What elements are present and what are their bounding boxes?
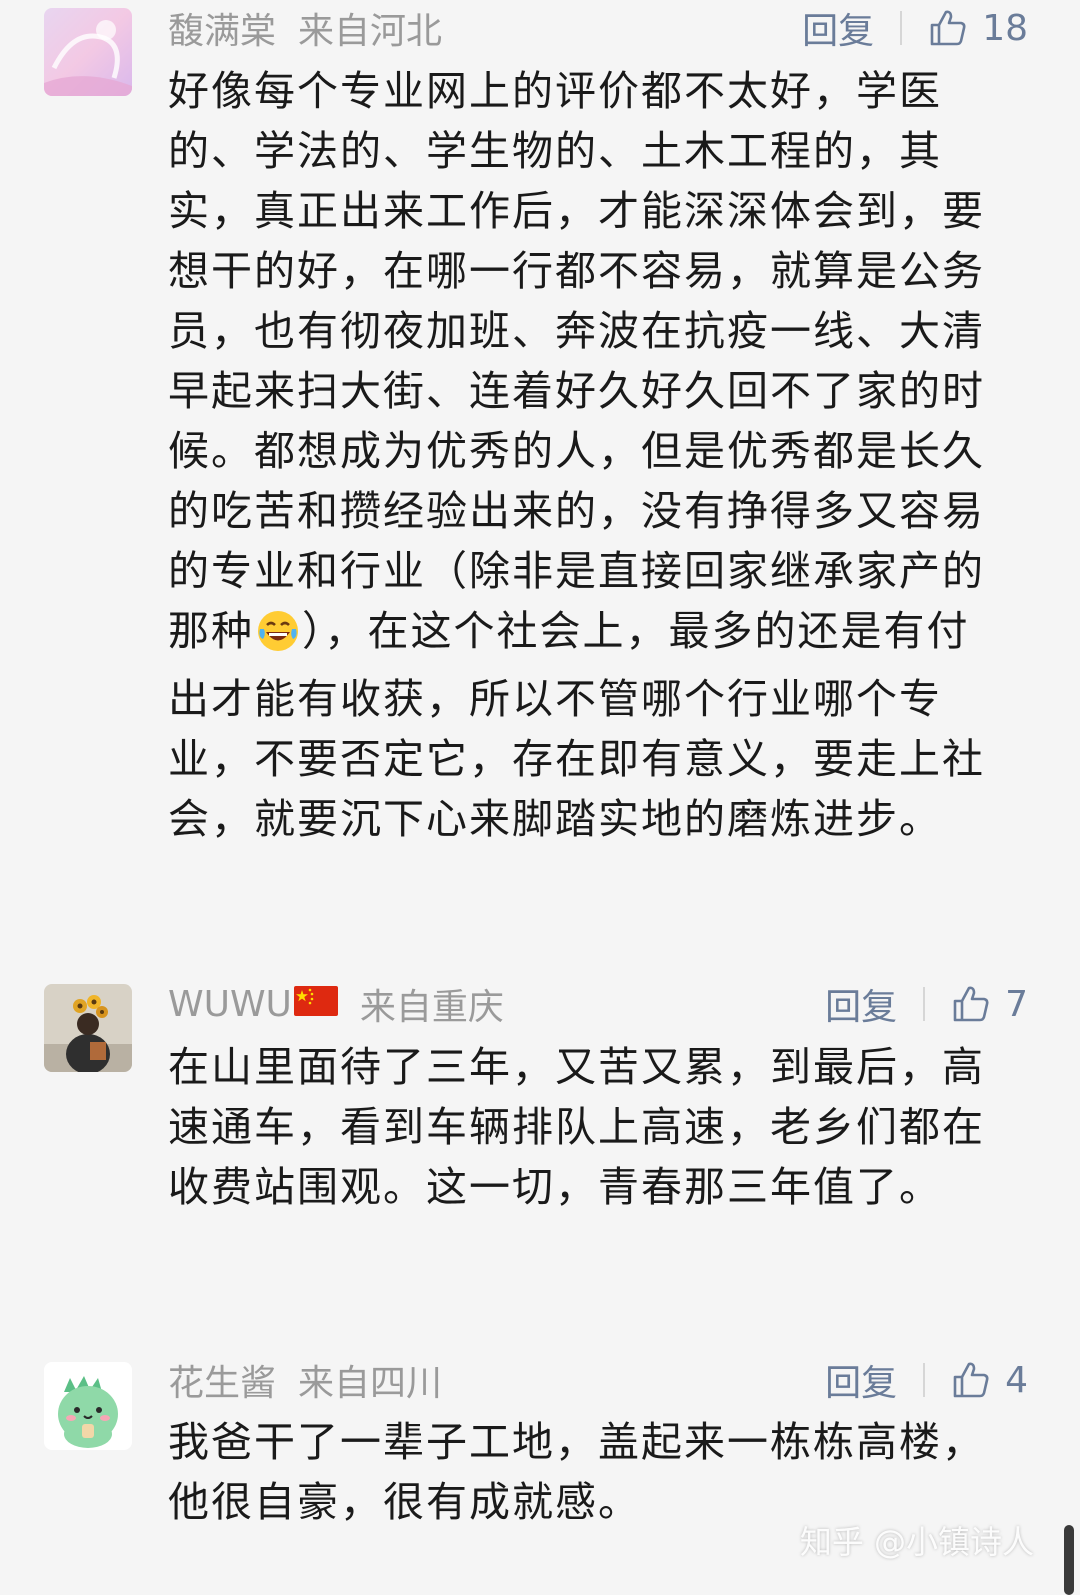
like-button[interactable]: 18 xyxy=(928,8,1028,49)
comment-text: 在山里面待了三年，又苦又累，到最后，高速通车，看到车辆排队上高速，老乡们都在收费… xyxy=(168,1043,985,1211)
avatar-image xyxy=(44,984,132,1072)
avatar[interactable] xyxy=(44,8,132,96)
like-button[interactable]: 4 xyxy=(951,1360,1028,1401)
avatar[interactable] xyxy=(44,1362,132,1450)
divider xyxy=(923,1363,926,1397)
avatar[interactable] xyxy=(44,984,132,1072)
like-count: 4 xyxy=(1005,1359,1028,1401)
comment-text: 我爸干了一辈子工地，盖起来一栋栋高楼，他很自豪，很有成就感。 xyxy=(168,1418,985,1526)
comment-meta: WUWU 来自重庆 xyxy=(168,980,504,1029)
avatar-image xyxy=(44,8,132,96)
reply-button[interactable]: 回复 xyxy=(825,978,897,1030)
username[interactable]: 馥满棠 xyxy=(168,2,276,54)
scrollbar[interactable] xyxy=(1064,1525,1074,1595)
reply-button[interactable]: 回复 xyxy=(825,1354,897,1406)
china-flag-icon xyxy=(293,984,338,1025)
comment-text: 好像每个专业网上的评价都不太好，学医的、学法的、学生物的、土木工程的，其实，真正… xyxy=(168,61,1008,849)
comment-actions: 回复 18 xyxy=(802,2,1028,54)
comment-actions: 回复 7 xyxy=(825,978,1028,1030)
reply-button[interactable]: 回复 xyxy=(802,2,874,54)
location-label: 来自四川 xyxy=(298,1363,443,1404)
comment-text-part: 好像每个专业网上的评价都不太好，学医的、学法的、学生物的、土木工程的，其实，真正… xyxy=(168,67,985,655)
like-count: 18 xyxy=(982,7,1028,49)
thumbs-up-icon xyxy=(953,1362,989,1398)
laughing-tears-emoji-icon xyxy=(256,609,300,669)
thumbs-up-icon xyxy=(953,986,989,1022)
comment-meta: 花生酱 来自四川 xyxy=(168,1356,442,1404)
thumbs-up-icon xyxy=(930,10,966,46)
divider xyxy=(900,11,903,45)
username[interactable]: WUWU xyxy=(168,984,292,1025)
location-label: 来自重庆 xyxy=(359,987,504,1028)
username[interactable]: 花生酱 xyxy=(168,1354,276,1406)
comment-actions: 回复 4 xyxy=(825,1354,1028,1406)
comment-meta: 馥满棠 来自河北 xyxy=(168,4,442,52)
divider xyxy=(923,987,926,1021)
location-label: 来自河北 xyxy=(298,11,443,52)
like-button[interactable]: 7 xyxy=(951,984,1028,1025)
like-count: 7 xyxy=(1005,983,1028,1025)
watermark: 知乎 @小镇诗人 xyxy=(799,1523,1034,1561)
avatar-image xyxy=(44,1362,132,1450)
